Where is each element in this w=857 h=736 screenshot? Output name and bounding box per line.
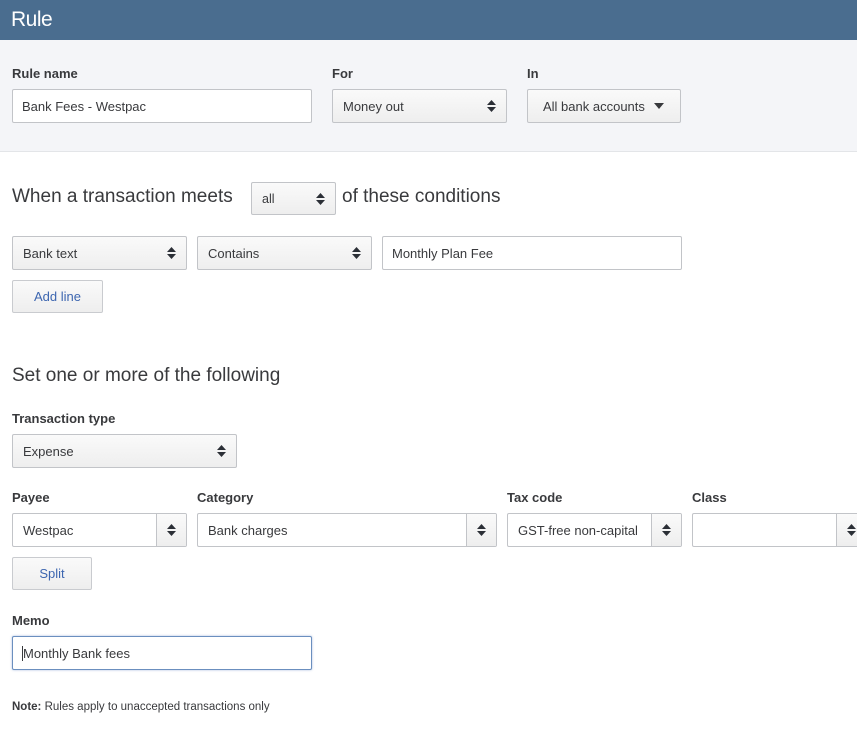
up-down-arrows-icon: [217, 445, 226, 457]
category-dropdown-button[interactable]: [466, 514, 496, 546]
condition-operator-value: Contains: [208, 245, 260, 261]
in-label: In: [527, 66, 539, 81]
note-prefix: Note:: [12, 701, 42, 713]
rule-name-label: Rule name: [12, 66, 78, 81]
rule-name-input[interactable]: Bank Fees - Westpac: [12, 89, 312, 123]
payee-dropdown-button[interactable]: [156, 514, 186, 546]
dialog-header: Rule: [0, 0, 857, 40]
condition-text-value: Monthly Plan Fee: [392, 245, 494, 261]
class-label: Class: [692, 490, 727, 505]
category-combobox[interactable]: Bank charges: [197, 513, 497, 547]
tax-code-value: GST-free non-capital: [518, 522, 638, 538]
rule-name-value: Bank Fees - Westpac: [22, 98, 147, 114]
tax-code-label: Tax code: [507, 490, 563, 505]
memo-label: Memo: [12, 613, 50, 628]
match-value: all: [262, 191, 275, 206]
for-label: For: [332, 66, 353, 81]
up-down-arrows-icon: [477, 524, 486, 536]
memo-input[interactable]: Monthly Bank fees: [12, 636, 312, 670]
up-down-arrows-icon: [352, 247, 361, 259]
payee-label: Payee: [12, 490, 50, 505]
tax-code-combobox[interactable]: GST-free non-capital: [507, 513, 682, 547]
transaction-type-label: Transaction type: [12, 411, 116, 426]
for-select[interactable]: Money out: [332, 89, 507, 123]
category-value: Bank charges: [208, 522, 288, 538]
in-dropdown[interactable]: All bank accounts: [527, 89, 681, 123]
transaction-type-select[interactable]: Expense: [12, 434, 237, 468]
for-value: Money out: [343, 98, 404, 114]
in-value: All bank accounts: [543, 98, 645, 114]
match-select[interactable]: all: [251, 182, 336, 215]
actions-heading: Set one or more of the following: [12, 365, 281, 386]
payee-combobox[interactable]: Westpac: [12, 513, 187, 547]
condition-field-value: Bank text: [23, 245, 78, 261]
dialog-title: Rule: [11, 8, 53, 31]
payee-value: Westpac: [23, 522, 74, 538]
transaction-type-value: Expense: [23, 443, 74, 459]
up-down-arrows-icon: [487, 100, 496, 112]
up-down-arrows-icon: [316, 192, 325, 205]
split-button[interactable]: Split: [12, 557, 92, 590]
category-label: Category: [197, 490, 254, 505]
note-body: Rules apply to unaccepted transactions o…: [41, 701, 270, 713]
up-down-arrows-icon: [167, 247, 176, 259]
conditions-heading-prefix: When a transaction meets: [12, 186, 233, 207]
condition-text-input[interactable]: Monthly Plan Fee: [382, 236, 682, 270]
class-dropdown-button[interactable]: [836, 514, 857, 546]
condition-operator-select[interactable]: Contains: [197, 236, 372, 270]
add-line-button[interactable]: Add line: [12, 280, 103, 313]
caret-down-icon: [653, 103, 664, 109]
class-combobox[interactable]: [692, 513, 857, 547]
condition-field-select[interactable]: Bank text: [12, 236, 187, 270]
note-text: Note: Rules apply to unaccepted transact…: [12, 701, 270, 713]
memo-value: Monthly Bank fees: [23, 645, 130, 661]
conditions-heading-suffix: of these conditions: [342, 186, 501, 207]
tax-code-dropdown-button[interactable]: [651, 514, 681, 546]
up-down-arrows-icon: [662, 524, 671, 536]
up-down-arrows-icon: [167, 524, 176, 536]
up-down-arrows-icon: [847, 524, 856, 536]
